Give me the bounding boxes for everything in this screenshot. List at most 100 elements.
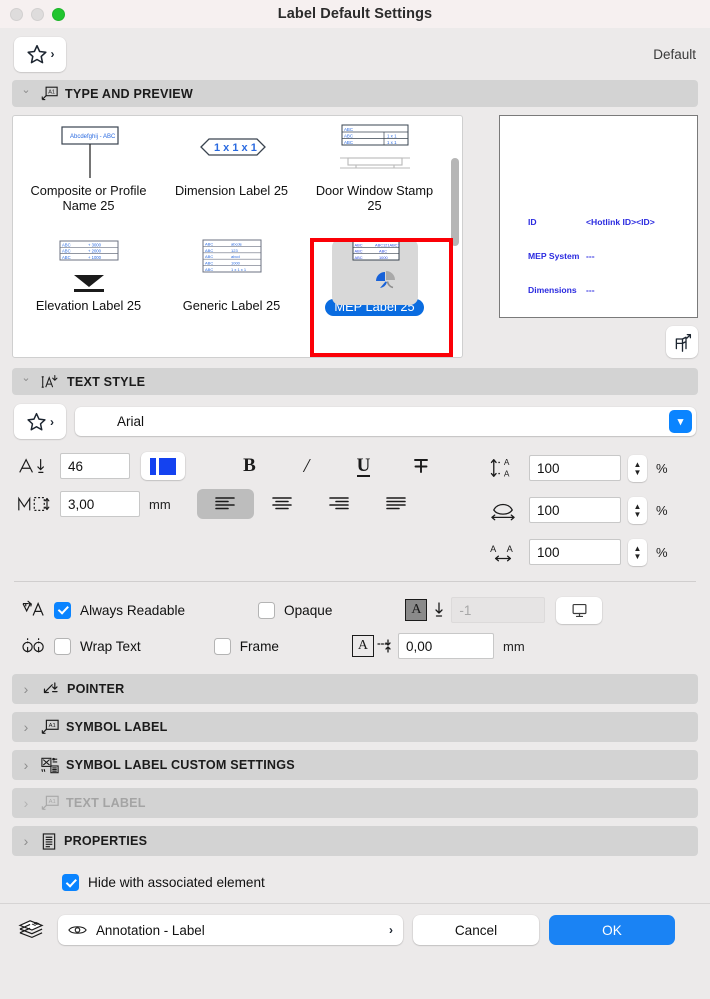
svg-text:1000: 1000: [379, 255, 388, 260]
cancel-button[interactable]: Cancel: [413, 915, 539, 945]
character-width-unit: %: [656, 502, 668, 518]
section-header-text-style[interactable]: TEXT STYLE: [12, 368, 698, 395]
frame-offset-value: 0,00: [405, 638, 433, 654]
svg-text:ABC: ABC: [354, 255, 362, 260]
character-spacing-stepper[interactable]: ▲ ▼: [628, 538, 647, 566]
text-size-input[interactable]: 3,00: [60, 491, 140, 517]
size-and-align-row: 3,00 mm: [14, 485, 484, 523]
section-header-symbol-label-custom-settings[interactable]: SYMBOL LABEL CUSTOM SETTINGS: [12, 750, 698, 780]
line-spacing-input[interactable]: 100: [529, 455, 621, 481]
svg-text:ABC: ABC: [379, 249, 387, 254]
character-spacing-input[interactable]: 100: [529, 539, 621, 565]
character-width-stepper[interactable]: ▲ ▼: [628, 496, 647, 524]
background-pen-input[interactable]: -1: [451, 597, 546, 623]
chevron-down-icon: [18, 88, 34, 99]
layer-select[interactable]: Annotation - Label ›: [58, 915, 403, 945]
svg-text:+ 3000: + 3000: [88, 242, 102, 247]
gallery-item-label: Elevation Label 25: [35, 298, 142, 313]
gallery-item-mep-label[interactable]: ABC ABC121ABC1 ABC ABC ABC 1000 MEP Labe…: [303, 237, 446, 352]
alignment-buttons: [196, 489, 425, 519]
gallery-item-generic-label[interactable]: ABC abcde ABC 123 ABC abcd ABC 1000 ABC …: [160, 237, 303, 352]
frame-checkbox[interactable]: [213, 637, 231, 655]
screen-only-button[interactable]: [556, 596, 603, 624]
chevron-down-icon[interactable]: ▾: [669, 410, 692, 433]
hide-with-element-checkbox[interactable]: [62, 874, 79, 891]
elevation-label-thumb: ABC + 3000 ABC + 2000 ABC + 1000: [17, 237, 160, 299]
align-right-button[interactable]: [311, 489, 368, 519]
svg-text:+ 2000: + 2000: [88, 249, 102, 254]
section-header-pointer[interactable]: POINTER: [12, 674, 698, 704]
stepper-down-icon[interactable]: ▼: [634, 510, 642, 518]
label-type-gallery[interactable]: Abcdefghij - ABC Composite or Profile Na…: [12, 115, 463, 358]
text-size-unit: mm: [149, 496, 171, 512]
section-header-properties[interactable]: PROPERTIES: [12, 826, 698, 856]
opaque-checkbox[interactable]: [258, 601, 276, 619]
preview-row: MEP System ---: [528, 251, 655, 262]
underline-button[interactable]: U: [335, 451, 392, 481]
frame-offset-input[interactable]: 0,00: [397, 633, 494, 659]
stepper-up-icon[interactable]: ▲: [634, 544, 642, 552]
ok-button[interactable]: OK: [549, 915, 675, 945]
stepper-down-icon[interactable]: ▼: [634, 468, 642, 476]
window-titlebar: Label Default Settings: [0, 0, 710, 28]
always-readable-checkbox[interactable]: [54, 601, 71, 619]
section-title: SYMBOL LABEL CUSTOM SETTINGS: [66, 758, 295, 772]
gallery-item-dimension-label[interactable]: 1 x 1 x 1 Dimension Label 25: [160, 122, 303, 237]
svg-text:A1: A1: [48, 89, 55, 95]
wrap-text-label: Wrap Text: [80, 638, 141, 654]
label-a1-icon: A1: [41, 86, 58, 102]
favorites-button[interactable]: ›: [14, 36, 66, 72]
preview-key: ID: [528, 217, 537, 228]
character-spacing-row: A A 100 ▲ ▼ %: [484, 531, 696, 573]
svg-text:ABC: ABC: [354, 242, 362, 247]
type-and-preview-body: Abcdefghij - ABC Composite or Profile Na…: [0, 107, 710, 364]
stepper-down-icon[interactable]: ▼: [634, 552, 642, 560]
star-icon: [26, 411, 47, 432]
stepper-up-icon[interactable]: ▲: [634, 460, 642, 468]
pen-color-icon: [14, 455, 60, 477]
chevron-right-icon[interactable]: ›: [389, 924, 393, 936]
pen-number-input[interactable]: 46: [60, 453, 130, 479]
preview-row: Dimensions ---: [528, 285, 655, 296]
always-readable-row: Always Readable Opaque A -1: [14, 592, 696, 628]
align-justify-button[interactable]: [368, 489, 425, 519]
properties-icon: [41, 832, 57, 850]
section-header-symbol-label[interactable]: A1 SYMBOL LABEL: [12, 712, 698, 742]
section-header-text-label[interactable]: A1 TEXT LABEL: [12, 788, 698, 818]
wrap-text-checkbox[interactable]: [54, 637, 71, 655]
font-select[interactable]: Arial ▾: [75, 407, 696, 436]
section-header-type-and-preview[interactable]: A1 TYPE AND PREVIEW: [12, 80, 698, 107]
gallery-item-elevation-label[interactable]: ABC + 3000 ABC + 2000 ABC + 1000 Elevati…: [17, 237, 160, 352]
font-name-value: Arial: [117, 414, 145, 429]
strikethrough-button[interactable]: [392, 451, 449, 481]
align-left-button[interactable]: [196, 489, 254, 519]
favorites-row: › Default: [0, 28, 710, 80]
font-favorites-button[interactable]: ›: [14, 404, 66, 439]
dimension-label-thumb: 1 x 1 x 1: [160, 122, 303, 184]
pen-color-swatch-button[interactable]: [141, 452, 185, 480]
preview-value: ---: [586, 251, 595, 262]
italic-button[interactable]: /: [278, 451, 335, 481]
svg-text:ABC: ABC: [205, 261, 213, 266]
stepper-up-icon[interactable]: ▲: [634, 502, 642, 510]
gallery-item-door-window-stamp[interactable]: ABC ABC ABC 1 x 1 1 x 1 Door Window Stam…: [303, 122, 446, 237]
background-pen-value: -1: [459, 602, 472, 618]
gallery-scrollbar[interactable]: [451, 158, 459, 246]
frame-label: Frame: [239, 638, 279, 654]
svg-text:ABC: ABC: [205, 267, 213, 272]
gallery-item-composite-profile[interactable]: Abcdefghij - ABC Composite or Profile Na…: [17, 122, 160, 237]
collapsed-sections: POINTER A1 SYMBOL LABEL SYMBOL: [0, 672, 710, 856]
character-width-input[interactable]: 100: [529, 497, 621, 523]
line-spacing-row: A A 100 ▲ ▼ %: [484, 447, 696, 489]
generic-label-thumb: ABC abcde ABC 123 ABC abcd ABC 1000 ABC …: [160, 237, 303, 299]
favorites-chevron-icon: ›: [50, 47, 55, 61]
section-title: POINTER: [67, 682, 125, 696]
preview-column: ID <Hotlink ID><ID> MEP System --- Dimen…: [475, 115, 698, 358]
3d-view-button[interactable]: [666, 326, 698, 358]
layers-icon[interactable]: [14, 918, 48, 942]
line-spacing-stepper[interactable]: ▲ ▼: [628, 454, 647, 482]
gallery-item-label: Door Window Stamp 25: [315, 183, 434, 213]
align-center-button[interactable]: [254, 489, 311, 519]
preview-text: ID <Hotlink ID><ID> MEP System --- Dimen…: [528, 195, 655, 318]
bold-button[interactable]: B: [221, 451, 278, 481]
